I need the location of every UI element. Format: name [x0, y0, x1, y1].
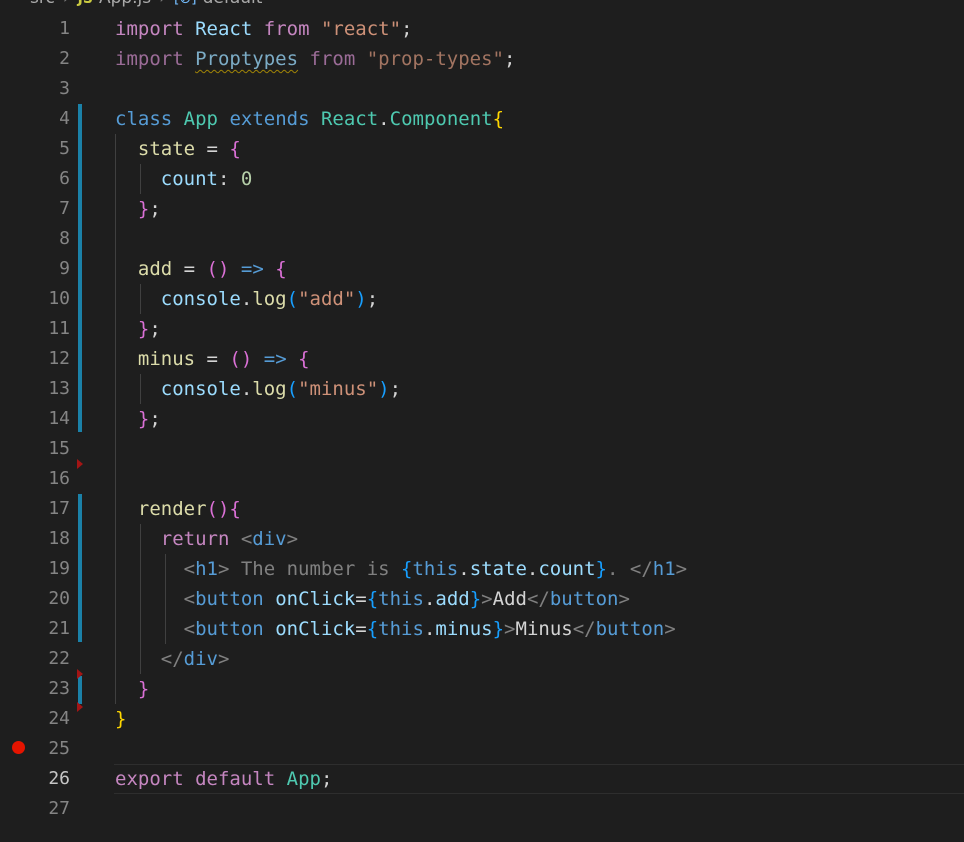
line-number: 13 [48, 378, 70, 399]
code-line[interactable]: 20 <button onClick={this.add}>Add</butto… [0, 584, 964, 614]
code-line[interactable]: 3 [0, 74, 964, 104]
code-line[interactable]: 14 }; [0, 404, 964, 434]
line-number: 23 [48, 678, 70, 699]
unused-import-warning[interactable]: Proptypes [195, 48, 298, 70]
code-line[interactable]: 25 [0, 734, 964, 764]
js-file-icon: JS [78, 0, 93, 7]
code-line[interactable]: 23 } [0, 674, 964, 704]
line-number: 7 [59, 198, 70, 219]
line-number: 15 [48, 438, 70, 459]
code-line[interactable]: 2 import Proptypes from "prop-types"; [0, 44, 964, 74]
line-number: 25 [48, 738, 70, 759]
code-line[interactable]: 21 <button onClick={this.minus}>Minus</b… [0, 614, 964, 644]
line-number: 14 [48, 408, 70, 429]
code-line[interactable]: 18 return <div> [0, 524, 964, 554]
code-line[interactable]: 5 state = { [0, 134, 964, 164]
line-number: 4 [59, 108, 70, 129]
line-number: 16 [48, 468, 70, 489]
code-line[interactable]: 8 [0, 224, 964, 254]
code-line[interactable]: 1 import React from "react"; [0, 14, 964, 44]
breadcrumb-folder[interactable]: src [30, 0, 55, 8]
line-number: 8 [59, 228, 70, 249]
chevron-right-icon: › [63, 0, 70, 8]
code-line[interactable]: 16 [0, 464, 964, 494]
breadcrumb-symbol[interactable]: default [203, 0, 263, 8]
code-line-current[interactable]: 26 export default App; [0, 764, 964, 794]
code-line[interactable]: 22 </div> [0, 644, 964, 674]
line-number: 19 [48, 558, 70, 579]
line-number: 20 [48, 588, 70, 609]
code-line[interactable]: 13 console.log("minus"); [0, 374, 964, 404]
chevron-right-icon: › [159, 0, 166, 8]
symbol-variable-icon: [⊘] [174, 0, 197, 7]
code-line[interactable]: 9 add = () => { [0, 254, 964, 284]
line-number: 2 [59, 48, 70, 69]
code-line[interactable]: 15 [0, 434, 964, 464]
code-line[interactable]: 7 }; [0, 194, 964, 224]
code-line[interactable]: 17 render(){ [0, 494, 964, 524]
code-line[interactable]: 27 [0, 794, 964, 824]
line-number: 12 [48, 348, 70, 369]
line-number: 11 [48, 318, 70, 339]
line-number: 17 [48, 498, 70, 519]
line-number: 9 [59, 258, 70, 279]
code-line[interactable]: 19 <h1> The number is {this.state.count}… [0, 554, 964, 584]
breadcrumb-file[interactable]: App.js [99, 0, 151, 8]
code-line[interactable]: 10 console.log("add"); [0, 284, 964, 314]
line-number: 10 [48, 288, 70, 309]
line-number: 3 [59, 78, 70, 99]
code-line[interactable]: 24 } [0, 704, 964, 734]
line-number: 1 [59, 18, 70, 39]
code-line[interactable]: 4 class App extends React.Component{ [0, 104, 964, 134]
line-number: 27 [48, 798, 70, 819]
line-number: 6 [59, 168, 70, 189]
line-number: 22 [48, 648, 70, 669]
line-number: 5 [59, 138, 70, 159]
code-line[interactable]: 12 minus = () => { [0, 344, 964, 374]
line-number: 26 [48, 768, 70, 789]
line-number: 21 [48, 618, 70, 639]
code-line[interactable]: 11 }; [0, 314, 964, 344]
breadcrumb: src › JS App.js › [⊘] default [0, 0, 262, 8]
line-number: 18 [48, 528, 70, 549]
code-editor[interactable]: src › JS App.js › [⊘] default 1 import React f… [0, 0, 964, 842]
code-line[interactable]: 6 count: 0 [0, 164, 964, 194]
line-number: 24 [48, 708, 70, 729]
